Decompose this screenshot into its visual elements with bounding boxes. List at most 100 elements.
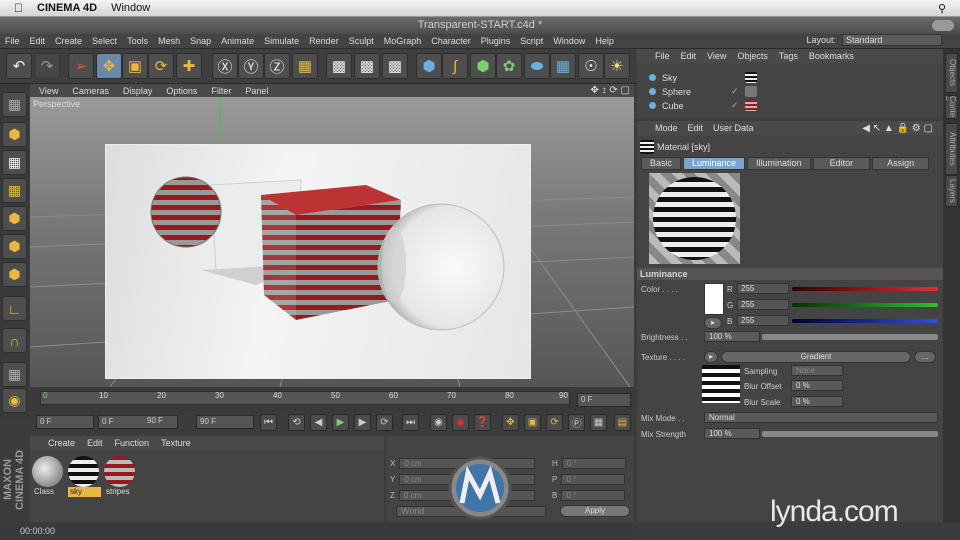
render-region[interactable] bbox=[105, 144, 531, 379]
blur-offset-field[interactable]: 0 % bbox=[791, 380, 843, 391]
mat-menu-texture[interactable]: Texture bbox=[161, 438, 191, 448]
tab-objects-vertical[interactable]: Objects bbox=[945, 53, 958, 93]
scale-tool-icon[interactable]: ▣ bbox=[122, 53, 148, 79]
brightness-field[interactable]: 100 % bbox=[704, 331, 760, 342]
obj-menu-objects[interactable]: Objects bbox=[737, 51, 768, 61]
render-picture-viewer-icon[interactable]: ▩ bbox=[354, 53, 380, 79]
r-slider[interactable] bbox=[792, 287, 938, 291]
tab-layers-vertical[interactable]: Layers bbox=[945, 175, 958, 207]
coordinate-system-icon[interactable]: ▦ bbox=[292, 53, 318, 79]
render-view-icon[interactable]: ▩ bbox=[326, 53, 352, 79]
attr-nav-icons[interactable]: ◀ ↖ ▲ 🔒 ⚙ ▢ bbox=[862, 123, 933, 134]
render-settings-icon[interactable]: ▩ bbox=[382, 53, 408, 79]
edges-mode-icon[interactable]: ⬢ bbox=[2, 234, 27, 259]
menu-tools[interactable]: Tools bbox=[127, 36, 148, 46]
tab-basic[interactable]: Basic bbox=[641, 157, 682, 170]
go-to-end-icon[interactable]: ⏭ bbox=[402, 414, 419, 431]
workplane-icon[interactable]: ▦ bbox=[2, 178, 27, 203]
subdivision-icon[interactable]: ⬢ bbox=[470, 53, 496, 79]
cube-primitive-icon[interactable]: ⬢ bbox=[416, 53, 442, 79]
menu-file[interactable]: File bbox=[5, 36, 20, 46]
material-preview-large[interactable] bbox=[649, 173, 740, 264]
rotate-tool-icon[interactable]: ⟳ bbox=[148, 53, 174, 79]
viewport-menu-panel[interactable]: Panel bbox=[245, 86, 268, 96]
tab-illumination[interactable]: Illumination bbox=[747, 157, 811, 170]
menu-render[interactable]: Render bbox=[309, 36, 339, 46]
key-position-icon[interactable]: ✥ bbox=[502, 414, 519, 431]
visibility-check-icon[interactable]: ✓ bbox=[731, 86, 739, 97]
live-selection-icon[interactable]: ➢ bbox=[68, 53, 94, 79]
material-class[interactable]: Class bbox=[32, 456, 65, 497]
next-frame-icon[interactable]: ▶ bbox=[354, 414, 371, 431]
timeline-track[interactable]: 0 10 20 30 40 50 60 70 80 90 bbox=[40, 391, 570, 405]
tab-luminance[interactable]: Luminance bbox=[683, 157, 746, 170]
locked-workplane-icon[interactable]: ◉ bbox=[2, 388, 27, 413]
attr-menu-user-data[interactable]: User Data bbox=[713, 123, 754, 133]
sampling-dropdown[interactable]: None bbox=[791, 365, 843, 376]
obj-menu-tags[interactable]: Tags bbox=[779, 51, 798, 61]
timeline-options-icon[interactable]: ▤ bbox=[614, 414, 631, 431]
apple-icon[interactable]:  bbox=[14, 1, 23, 15]
tab-editor[interactable]: Editor bbox=[812, 157, 871, 170]
points-mode-icon[interactable]: ⬢ bbox=[2, 206, 27, 231]
layout-dropdown[interactable]: Standard bbox=[842, 34, 942, 46]
workplane-grid-icon[interactable]: ▦ bbox=[2, 362, 27, 387]
move-tool-icon[interactable]: ✥ bbox=[96, 53, 122, 79]
go-to-start-icon[interactable]: ⏮ bbox=[260, 414, 277, 431]
window-menu[interactable]: Window bbox=[111, 2, 150, 14]
mix-strength-slider[interactable] bbox=[762, 431, 938, 437]
menu-select[interactable]: Select bbox=[92, 36, 117, 46]
r-field[interactable]: 255 bbox=[737, 283, 789, 294]
checker-icon[interactable]: ▦ bbox=[2, 92, 27, 117]
light-icon[interactable]: ☀ bbox=[604, 53, 630, 79]
current-frame-field[interactable]: 0 F bbox=[577, 393, 631, 407]
previous-frame-icon[interactable]: ◀ bbox=[310, 414, 327, 431]
y-axis-lock-icon[interactable]: Ⓨ bbox=[238, 53, 264, 79]
tab-assign[interactable]: Assign bbox=[872, 157, 930, 170]
viewport-menu-options[interactable]: Options bbox=[166, 86, 197, 96]
mat-menu-function[interactable]: Function bbox=[115, 438, 150, 448]
autokey-icon[interactable]: ◉ bbox=[452, 414, 469, 431]
previous-key-icon[interactable]: ⟲ bbox=[288, 414, 305, 431]
menu-create[interactable]: Create bbox=[55, 36, 82, 46]
floor-icon[interactable]: ▦ bbox=[550, 53, 576, 79]
menu-mograph[interactable]: MoGraph bbox=[384, 36, 422, 46]
obj-menu-file[interactable]: File bbox=[655, 51, 670, 61]
app-menu[interactable]: CINEMA 4D bbox=[37, 2, 97, 14]
rotation-b-field[interactable]: 0 ° bbox=[561, 490, 626, 501]
preview-max-field[interactable]: 90 F bbox=[144, 415, 178, 429]
key-pla-icon[interactable]: ▦ bbox=[590, 414, 607, 431]
gradient-button[interactable]: Gradient bbox=[721, 351, 911, 363]
g-field[interactable]: 255 bbox=[737, 299, 789, 310]
end-frame-field[interactable]: 90 F bbox=[196, 415, 254, 429]
b-field[interactable]: 255 bbox=[737, 315, 789, 326]
z-axis-lock-icon[interactable]: Ⓩ bbox=[264, 53, 290, 79]
window-toolbar-toggle[interactable] bbox=[932, 20, 954, 31]
menu-mesh[interactable]: Mesh bbox=[158, 36, 180, 46]
texture-menu-button[interactable]: ▸ bbox=[704, 351, 718, 363]
menu-help[interactable]: Help bbox=[595, 36, 614, 46]
camera-icon[interactable]: ☉ bbox=[578, 53, 604, 79]
brightness-slider[interactable] bbox=[762, 334, 938, 340]
visibility-check-icon[interactable]: ✓ bbox=[731, 100, 739, 111]
timeline-ruler[interactable]: 0 10 20 30 40 50 60 70 80 90 0 F bbox=[30, 387, 634, 412]
material-tag-icon[interactable] bbox=[745, 100, 757, 111]
deformer-icon[interactable]: ⬬ bbox=[524, 53, 550, 79]
axis-mode-icon[interactable]: ∟ bbox=[2, 296, 27, 321]
add-tool-icon[interactable]: ✚ bbox=[176, 53, 202, 79]
rotation-h-field[interactable]: 0 ° bbox=[561, 458, 626, 469]
b-slider[interactable] bbox=[792, 319, 938, 323]
mat-menu-edit[interactable]: Edit bbox=[87, 438, 103, 448]
viewport-menu-filter[interactable]: Filter bbox=[211, 86, 231, 96]
key-scale-icon[interactable]: ▣ bbox=[524, 414, 541, 431]
menu-sculpt[interactable]: Sculpt bbox=[349, 36, 374, 46]
menu-plugins[interactable]: Plugins bbox=[481, 36, 511, 46]
mix-strength-field[interactable]: 100 % bbox=[704, 428, 760, 439]
x-axis-lock-icon[interactable]: Ⓧ bbox=[212, 53, 238, 79]
object-row-cube[interactable]: Cube ✓ bbox=[649, 99, 939, 112]
array-icon[interactable]: ✿ bbox=[496, 53, 522, 79]
menu-simulate[interactable]: Simulate bbox=[264, 36, 299, 46]
material-tag-icon[interactable] bbox=[745, 72, 757, 83]
undo-icon[interactable]: ↶ bbox=[6, 53, 32, 79]
menu-animate[interactable]: Animate bbox=[221, 36, 254, 46]
